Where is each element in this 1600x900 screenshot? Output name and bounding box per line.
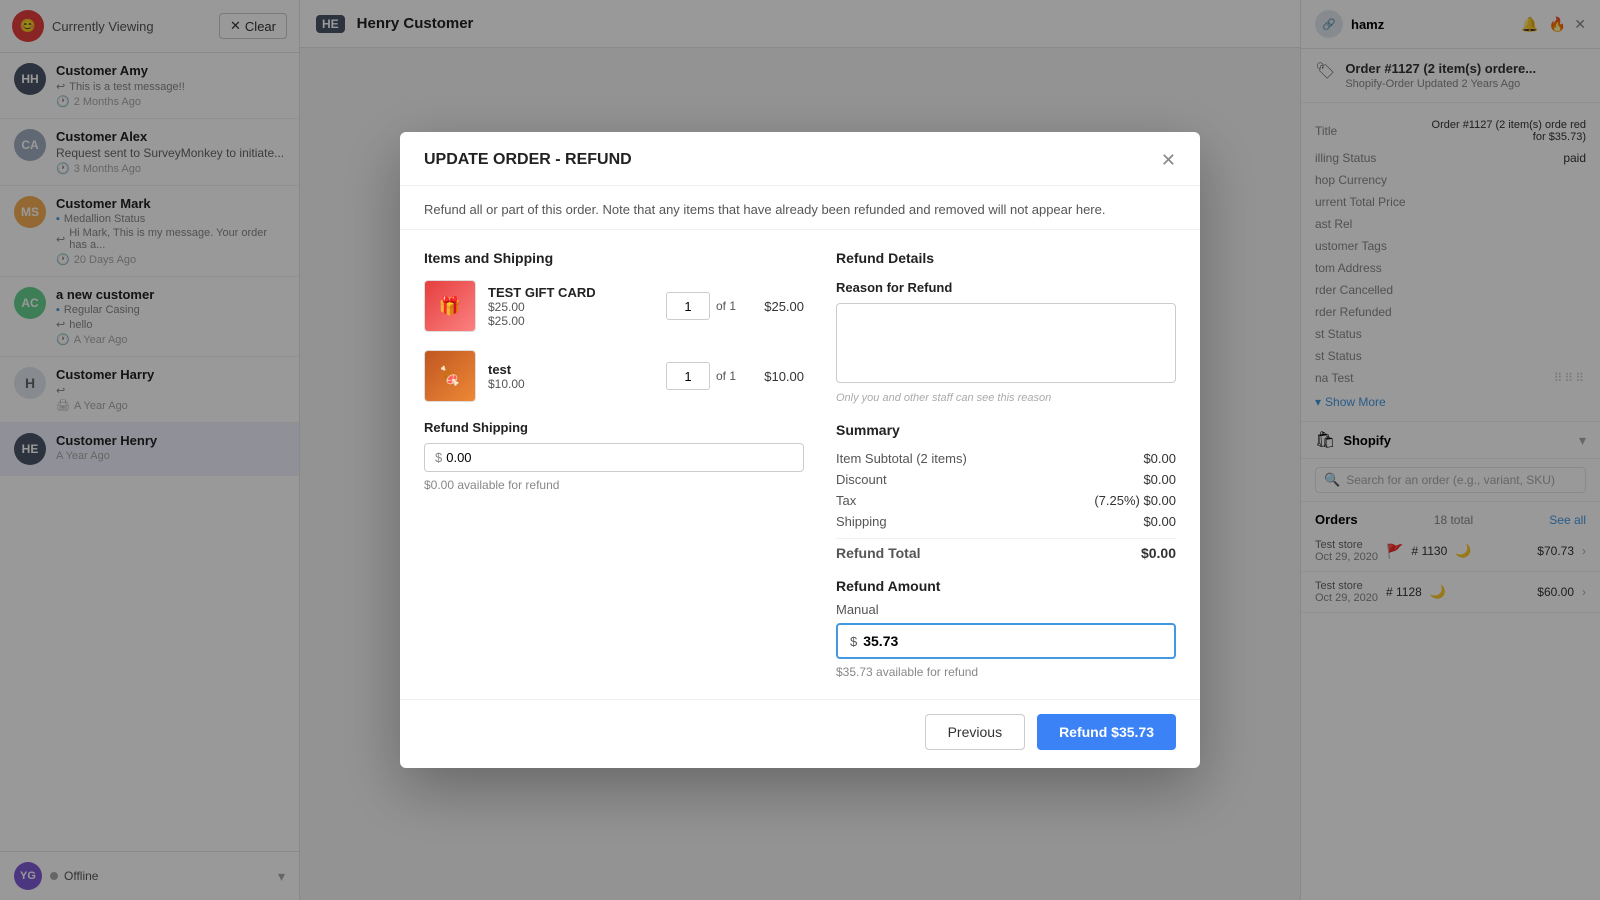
refund-shipping-section: Refund Shipping $ $0.00 available for re… (424, 420, 804, 492)
reason-label: Reason for Refund (836, 280, 1176, 295)
summary-row-shipping: Shipping $0.00 (836, 511, 1176, 532)
item-subtotal-gift-card: $25.00 (748, 299, 804, 314)
shipping-input[interactable] (446, 450, 793, 465)
summary-total-label: Refund Total (836, 545, 921, 561)
summary-label-discount: Discount (836, 472, 887, 487)
item-qty-gift-card[interactable] (666, 292, 710, 320)
refund-modal: UPDATE ORDER - REFUND ✕ Refund all or pa… (400, 132, 1200, 769)
item-of-test: of 1 (716, 369, 736, 383)
refund-button[interactable]: Refund $35.73 (1037, 714, 1176, 750)
refund-shipping-label: Refund Shipping (424, 420, 804, 435)
item-price-test: $10.00 (488, 377, 654, 391)
manual-amount-input[interactable] (863, 633, 1162, 649)
summary-value-tax: (7.25%) $0.00 (1094, 493, 1176, 508)
summary-section: Summary Item Subtotal (2 items) $0.00 Di… (836, 422, 1176, 564)
modal-left: Items and Shipping 🎁 TEST GIFT CARD $25.… (424, 250, 804, 679)
refund-available-text: $35.73 available for refund (836, 665, 1176, 679)
item-price-line2: $25.00 (488, 314, 654, 328)
item-qty-test[interactable] (666, 362, 710, 390)
reason-section: Reason for Refund Only you and other sta… (836, 280, 1176, 404)
item-of-gift-card: of 1 (716, 299, 736, 313)
manual-label: Manual (836, 602, 1176, 617)
summary-label-shipping: Shipping (836, 514, 887, 529)
items-shipping-heading: Items and Shipping (424, 250, 804, 266)
item-name-test: test (488, 362, 654, 377)
item-name-gift-card: TEST GIFT CARD (488, 285, 654, 300)
item-image-gift-card: 🎁 (424, 280, 476, 332)
modal-overlay: UPDATE ORDER - REFUND ✕ Refund all or pa… (0, 0, 1600, 900)
item-image-test: 🍖 (424, 350, 476, 402)
refund-details-heading: Refund Details (836, 250, 1176, 266)
shipping-dollar-sign: $ (435, 450, 442, 465)
modal-right: Refund Details Reason for Refund Only yo… (836, 250, 1176, 679)
summary-row-total: Refund Total $0.00 (836, 538, 1176, 564)
refund-amount-heading: Refund Amount (836, 578, 1176, 594)
modal-close-button[interactable]: ✕ (1161, 150, 1176, 171)
modal-footer: Previous Refund $35.73 (400, 699, 1200, 768)
modal-header: UPDATE ORDER - REFUND ✕ (400, 132, 1200, 186)
summary-value-shipping: $0.00 (1143, 514, 1176, 529)
modal-body: Items and Shipping 🎁 TEST GIFT CARD $25.… (400, 230, 1200, 699)
summary-row-tax: Tax (7.25%) $0.00 (836, 490, 1176, 511)
item-row-gift-card: 🎁 TEST GIFT CARD $25.00 $25.00 of 1 $25.… (424, 280, 804, 332)
manual-dollar-sign: $ (850, 634, 857, 649)
summary-label-tax: Tax (836, 493, 856, 508)
summary-total-value: $0.00 (1141, 545, 1176, 561)
previous-button[interactable]: Previous (925, 714, 1025, 750)
summary-row-discount: Discount $0.00 (836, 469, 1176, 490)
item-price-line1: $25.00 (488, 300, 654, 314)
item-row-test: 🍖 test $10.00 of 1 $10.00 (424, 350, 804, 402)
modal-description: Refund all or part of this order. Note t… (400, 186, 1200, 231)
modal-title: UPDATE ORDER - REFUND (424, 151, 632, 169)
item-subtotal-test: $10.00 (748, 369, 804, 384)
refund-amount-section: Refund Amount Manual $ $35.73 available … (836, 578, 1176, 679)
summary-label-subtotal: Item Subtotal (2 items) (836, 451, 967, 466)
reason-note: Only you and other staff can see this re… (836, 392, 1176, 404)
shipping-available-text: $0.00 available for refund (424, 478, 804, 492)
reason-textarea[interactable] (836, 303, 1176, 383)
summary-value-discount: $0.00 (1143, 472, 1176, 487)
summary-heading: Summary (836, 422, 1176, 438)
summary-value-subtotal: $0.00 (1143, 451, 1176, 466)
summary-row-subtotal: Item Subtotal (2 items) $0.00 (836, 448, 1176, 469)
